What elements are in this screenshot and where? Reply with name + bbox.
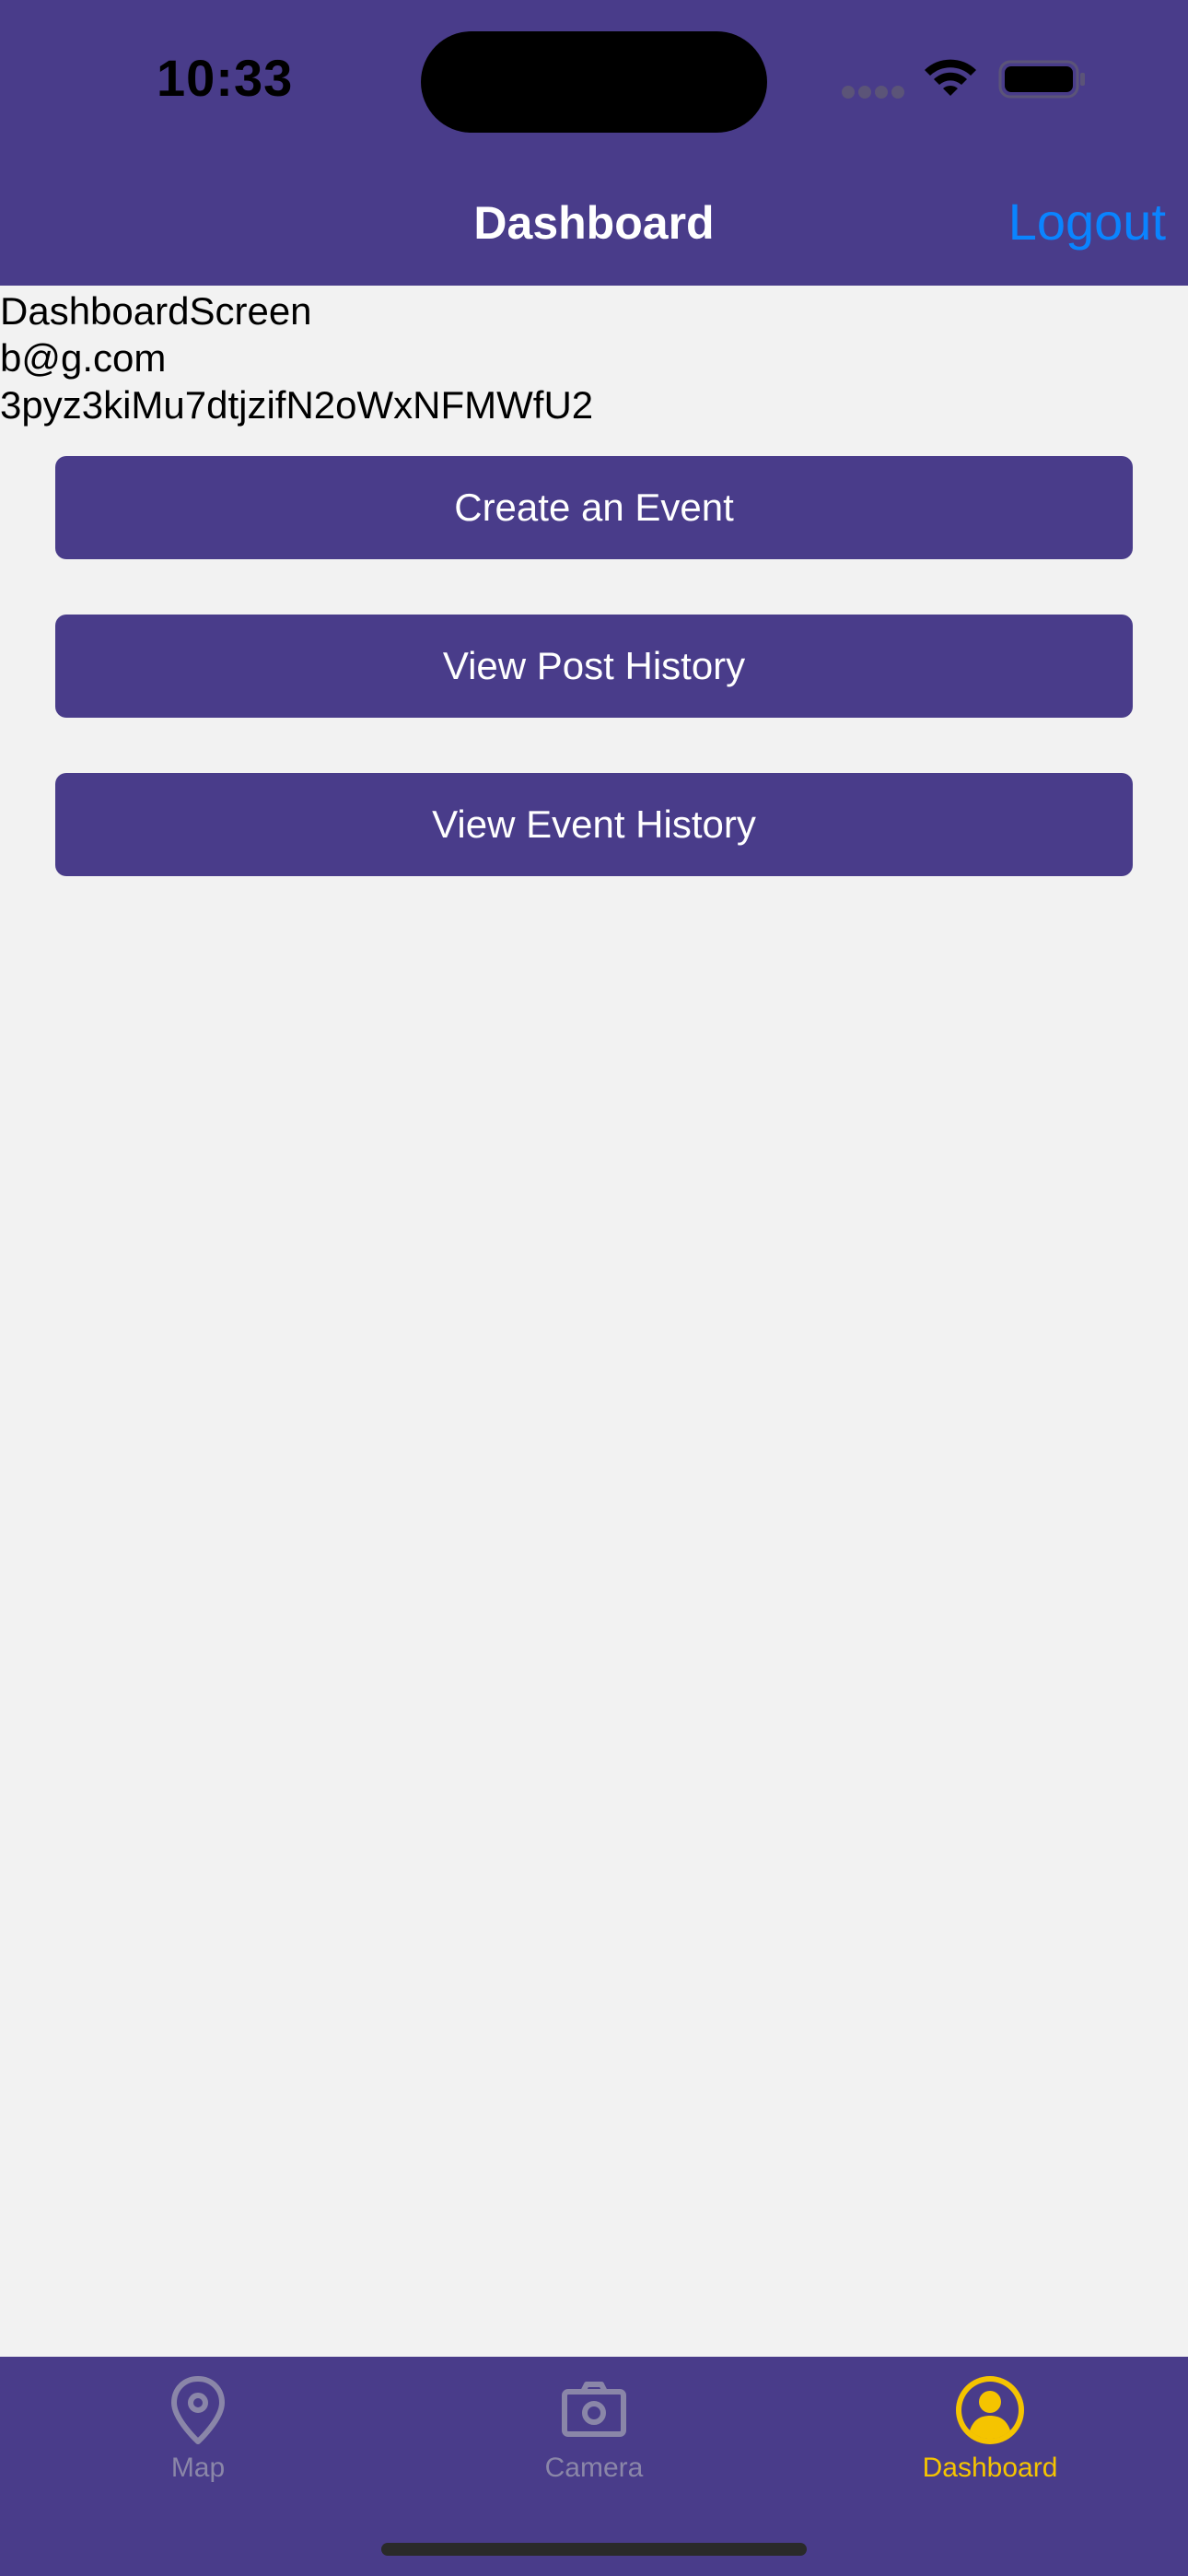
user-info: DashboardScreen b@g.com 3pyz3kiMu7dtjzif… — [0, 287, 1188, 428]
header: 10:33 Dashboard Logout — [0, 0, 1188, 286]
wifi-icon — [925, 59, 976, 96]
view-event-history-button[interactable]: View Event History — [55, 773, 1133, 876]
user-id-text: 3pyz3kiMu7dtjzifN2oWxNFMWfU2 — [0, 383, 594, 427]
camera-icon — [562, 2382, 626, 2437]
user-circle-icon — [956, 2376, 1024, 2444]
dynamic-island — [421, 31, 767, 133]
tab-map-label: Map — [170, 2453, 226, 2483]
tab-map[interactable]: Map — [0, 2357, 396, 2504]
tab-camera[interactable]: Camera — [396, 2357, 792, 2504]
tab-camera-label: Camera — [544, 2453, 644, 2483]
status-time: 10:33 — [157, 49, 294, 107]
home-indicator — [381, 2543, 807, 2556]
logout-button[interactable]: Logout — [1008, 192, 1166, 252]
battery-icon — [998, 60, 1085, 99]
cellular-signal-icon — [842, 86, 904, 99]
map-pin-icon — [171, 2376, 225, 2444]
view-post-history-button[interactable]: View Post History — [55, 615, 1133, 718]
tab-dashboard[interactable]: Dashboard — [792, 2357, 1188, 2504]
tab-dashboard-label: Dashboard — [922, 2453, 1058, 2483]
screen-name-text: DashboardScreen — [0, 289, 312, 333]
dashboard-screen: 10:33 Dashboard Logout DashboardScreen b… — [0, 0, 1188, 2576]
user-email-text: b@g.com — [0, 336, 167, 380]
create-event-button[interactable]: Create an Event — [55, 456, 1133, 559]
